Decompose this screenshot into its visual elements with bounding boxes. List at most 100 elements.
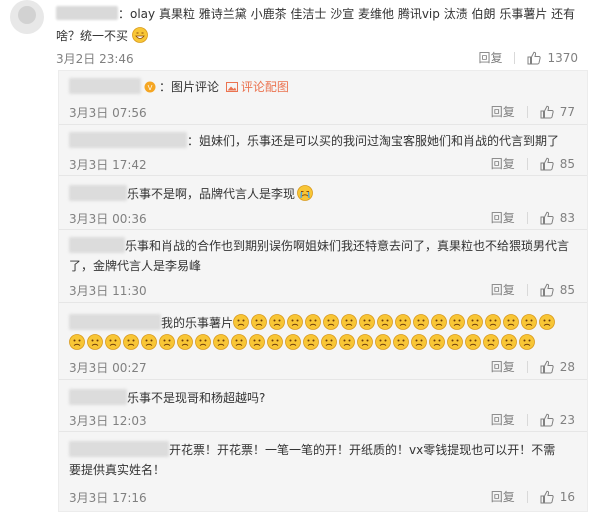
username-blurred[interactable] [56,6,118,20]
sad-emoji-icon [431,314,447,330]
username-blurred[interactable] [69,314,161,330]
like-count: 16 [559,489,575,504]
reply-text: 开花票！开花票！一笔一笔的开！开纸质的！vx零钱提现也可以开！不需 要提供真实姓… [69,441,556,477]
reply-button[interactable]: 回复 [491,209,515,226]
sad-emoji-icon [483,334,499,350]
sad-emoji-icon [87,334,103,350]
sad-emoji-icon [377,314,393,330]
main-comment-line2: 啥？统一不买 [56,29,129,43]
reply-item: V ：图片评论 评论配图 3月3日 07:56 回复 77 [59,71,587,125]
reply-item: 乐事不是啊，品牌代言人是李现 3月3日 00:36 回复 83 [59,176,587,230]
reply-date: 3月3日 17:16 [69,491,147,505]
reply-actions: 回复 23 [491,411,575,428]
image-comment-link[interactable]: 评论配图 [241,80,289,94]
emoji-row [69,334,537,350]
sad-emoji-icon [503,314,519,330]
reply-actions: 回复 77 [491,103,575,120]
username-blurred[interactable] [69,389,127,405]
reply-button[interactable]: 回复 [491,281,515,298]
username-blurred[interactable] [69,441,169,457]
sad-emoji-icon [305,314,321,330]
divider [526,283,528,296]
avatar[interactable] [10,0,44,34]
reply-date: 3月3日 12:03 [69,414,147,428]
sad-emoji-icon [375,334,391,350]
sad-emoji-icon [341,314,357,330]
sad-emoji-icon [539,314,555,330]
username-blurred[interactable] [69,132,187,148]
reply-date: 3月3日 07:56 [69,106,147,120]
reply-button[interactable]: 回复 [491,358,515,375]
sad-emoji-icon [519,334,535,350]
divider [526,490,528,503]
emoji-row [233,314,557,330]
like-icon[interactable] [540,283,554,297]
like-count: 1370 [547,50,578,65]
sad-emoji-icon [467,314,483,330]
sad-emoji-icon [449,314,465,330]
reply-item: 开花票！开花票！一笔一笔的开！开纸质的！vx零钱提现也可以开！不需 要提供真实姓… [59,432,587,512]
like-icon[interactable] [540,211,554,225]
reply-actions: 回复 16 [491,488,575,505]
sad-emoji-icon [429,334,445,350]
reply-date: 3月3日 17:42 [69,158,147,172]
sad-emoji-icon [321,334,337,350]
divider [526,413,528,426]
replies-panel: V ：图片评论 评论配图 3月3日 07:56 回复 77 ：姐妹们，乐事还是可以… [58,70,588,512]
comment-date: 3月2日 23:46 [56,52,134,66]
sad-emoji-icon [213,334,229,350]
sad-emoji-icon [395,314,411,330]
sad-emoji-icon [233,314,249,330]
like-icon[interactable] [540,360,554,374]
like-icon[interactable] [540,413,554,427]
reply-actions: 回复 85 [491,155,575,172]
svg-text:V: V [148,84,153,92]
reply-actions: 回复 83 [491,209,575,226]
reply-text: 乐事和肖战的合作也到期别误伤啊姐妹们我还特意去问了，真果粒也不给猥琐男代言 了，… [69,237,570,273]
reply-text: 乐事不是现哥和杨超越吗? [69,388,575,408]
sad-emoji-icon [521,314,537,330]
sad-emoji-icon [231,334,247,350]
reply-item: 乐事和肖战的合作也到期别误伤啊姐妹们我还特意去问了，真果粒也不给猥琐男代言 了，… [59,230,587,303]
divider [514,51,516,64]
reply-button[interactable]: 回复 [491,155,515,172]
like-count: 77 [559,104,575,119]
like-count: 83 [559,210,575,225]
sad-emoji-icon [159,334,175,350]
reply-date: 3月3日 11:30 [69,284,147,298]
username-blurred[interactable] [69,237,125,253]
image-icon [225,82,238,92]
reply-actions: 回复 28 [491,358,575,375]
reply-text: 我的乐事薯片 [69,313,575,353]
sad-emoji-icon [123,334,139,350]
sad-emoji-icon [195,334,211,350]
reply-button[interactable]: 回复 [491,488,515,505]
like-icon[interactable] [540,105,554,119]
reply-button[interactable]: 回复 [491,103,515,120]
like-icon[interactable] [540,490,554,504]
divider [526,105,528,118]
reply-item: 我的乐事薯片 3月3日 00:27 回复 28 [59,303,587,380]
like-count: 85 [559,156,575,171]
reply-button[interactable]: 回复 [491,411,515,428]
reply-button[interactable]: 回复 [478,49,502,66]
reply-text: V ：图片评论 评论配图 [69,77,575,97]
sad-emoji-icon [393,334,409,350]
sad-emoji-icon [249,334,265,350]
sad-emoji-icon [177,334,193,350]
username-blurred[interactable] [69,185,127,201]
sad-emoji-icon [251,314,267,330]
sad-emoji-icon [413,314,429,330]
sad-emoji-icon [465,334,481,350]
sad-emoji-icon [501,334,517,350]
main-comment-text: ：olay 真果粒 雅诗兰黛 小鹿茶 佳洁士 沙宣 麦维他 腾讯vip 汰渍 伯… [56,5,575,22]
crying-emoji-icon [297,185,313,201]
like-icon[interactable] [540,157,554,171]
username-blurred[interactable] [69,78,141,94]
sad-emoji-icon [411,334,427,350]
like-icon[interactable] [527,51,542,65]
reply-date: 3月3日 00:27 [69,361,147,375]
sad-emoji-icon [357,334,373,350]
reply-text: ：姐妹们，乐事还是可以买的我问过淘宝客服她们和肖战的代言到期了 [69,131,575,151]
sad-emoji-icon [285,334,301,350]
